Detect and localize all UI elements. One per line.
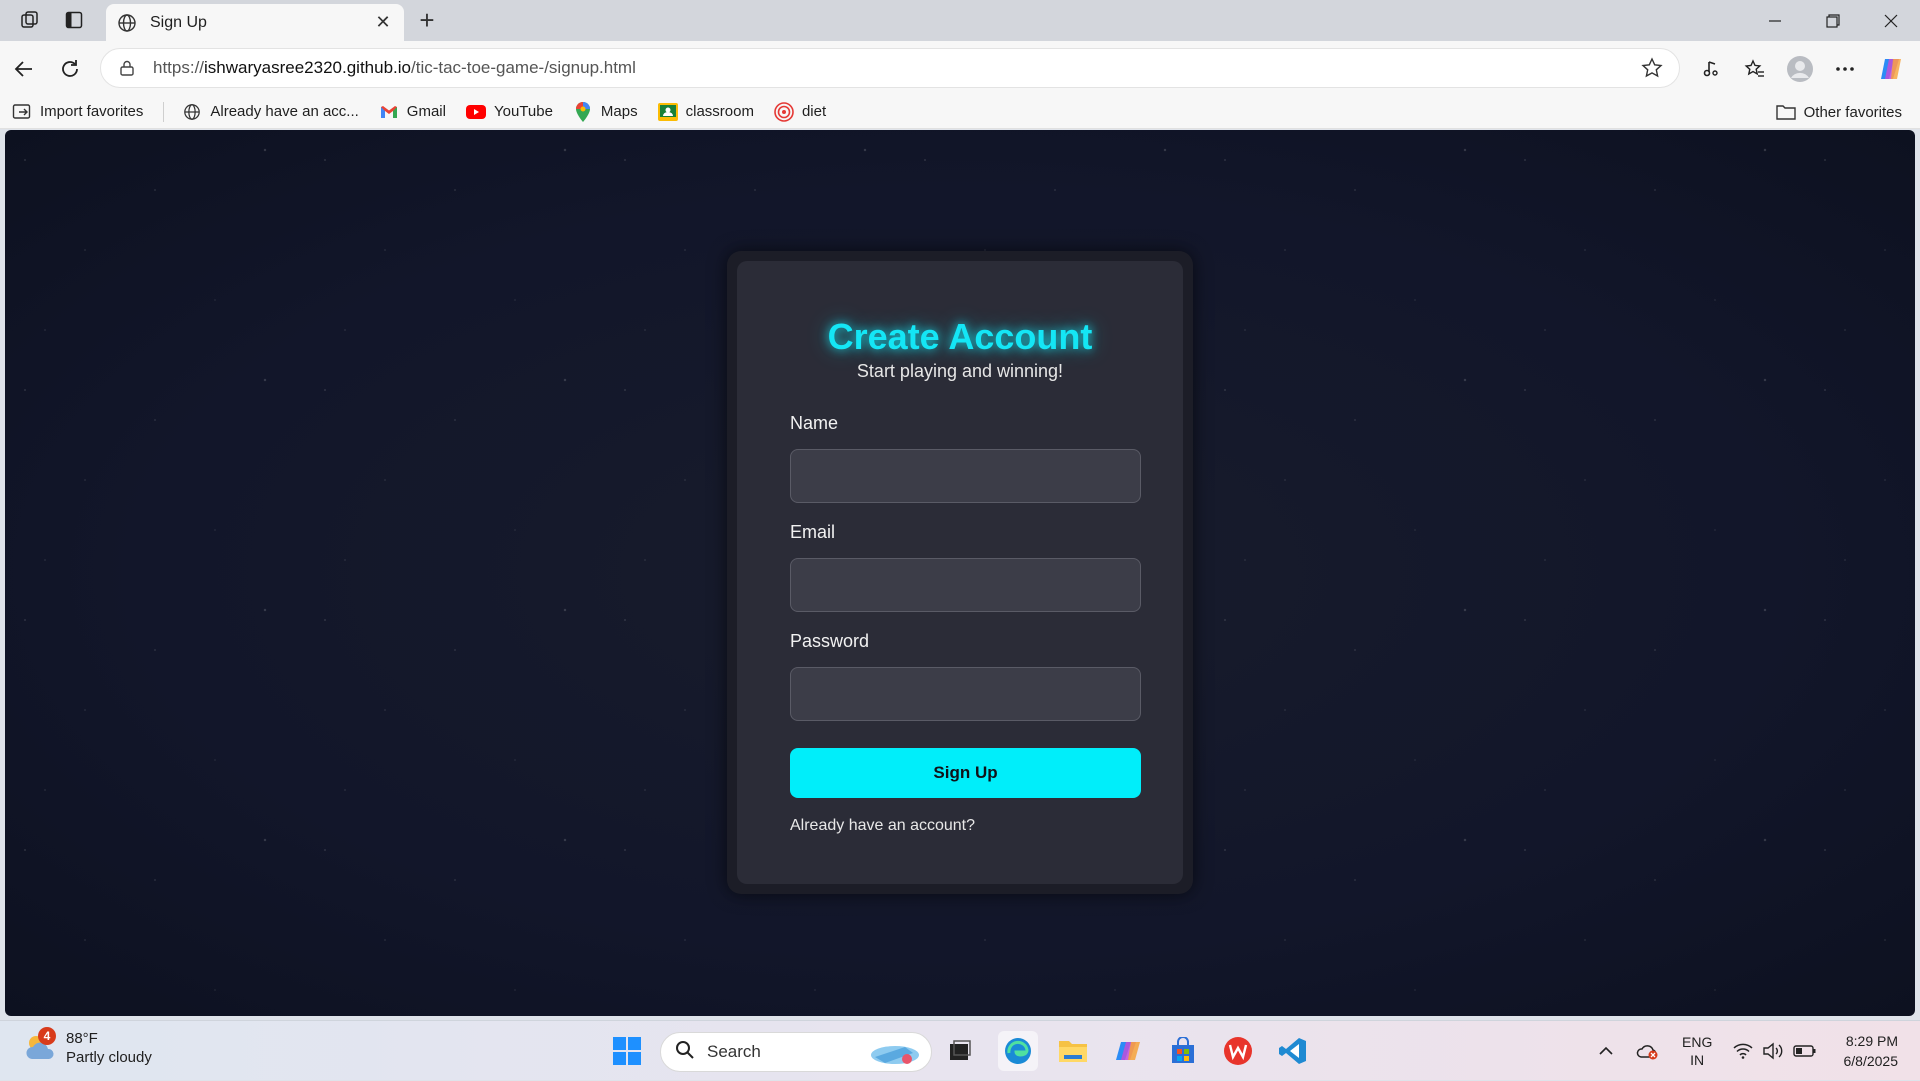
- signup-card: Create Account Start playing and winning…: [737, 261, 1183, 884]
- bookmark-already-have-account[interactable]: Already have an acc...: [182, 102, 359, 122]
- gmail-icon: [379, 102, 399, 122]
- password-input[interactable]: [790, 667, 1141, 721]
- taskbar-search[interactable]: Search: [660, 1032, 932, 1072]
- bookmark-label: classroom: [685, 103, 754, 120]
- browser-toolbar: https://ishwaryasree2320.github.io/tic-t…: [0, 41, 1920, 95]
- already-have-account-link[interactable]: Already have an account?: [790, 817, 975, 835]
- search-highlight-icon: [863, 1037, 923, 1074]
- site-info-icon[interactable]: [115, 56, 139, 80]
- url-text[interactable]: https://ishwaryasree2320.github.io/tic-t…: [153, 58, 1639, 78]
- microsoft-store-icon[interactable]: [1163, 1031, 1203, 1071]
- new-tab-icon[interactable]: +: [412, 5, 442, 35]
- weather-widget[interactable]: 4 88°F Partly cloudy: [22, 1027, 152, 1067]
- bookmark-label: Import favorites: [40, 103, 144, 120]
- folder-icon: [1775, 102, 1796, 122]
- maps-icon: [573, 101, 593, 122]
- tab-sign-up[interactable]: Sign Up ✕: [106, 4, 404, 41]
- wifi-icon[interactable]: [1733, 1021, 1753, 1081]
- edge-browser-icon[interactable]: [998, 1031, 1038, 1071]
- url-prefix: https://: [153, 58, 205, 77]
- system-clock[interactable]: 8:29 PM 6/8/2025: [1844, 1031, 1899, 1071]
- import-icon: [12, 102, 32, 122]
- wps-office-icon[interactable]: [1218, 1031, 1258, 1071]
- youtube-icon: [465, 102, 486, 122]
- bookmark-label: Other favorites: [1803, 103, 1902, 121]
- sign-up-button[interactable]: Sign Up: [790, 748, 1141, 798]
- page-subtitle: Start playing and winning!: [856, 361, 1064, 381]
- email-label: Email: [790, 522, 836, 542]
- bookmark-label: Already have an acc...: [210, 103, 359, 120]
- bookmark-import-favorites[interactable]: Import favorites: [12, 102, 143, 122]
- browser-titlebar: Sign Up ✕ +: [0, 0, 1920, 41]
- bookmark-label: Gmail: [406, 103, 446, 120]
- profile-avatar[interactable]: [1785, 54, 1815, 84]
- globe-icon: [182, 102, 202, 122]
- windows-taskbar: 4 88°F Partly cloudy Search ENG IN 8:29 …: [0, 1020, 1920, 1080]
- bookmark-other-favorites[interactable]: Other favorites: [1775, 102, 1902, 122]
- onedrive-status-icon[interactable]: [1636, 1021, 1660, 1081]
- globe-icon: [116, 12, 138, 34]
- region-code: IN: [1690, 1052, 1705, 1068]
- email-input[interactable]: [790, 558, 1141, 612]
- vscode-icon[interactable]: [1273, 1031, 1313, 1071]
- bookmark-gmail[interactable]: Gmail: [379, 102, 446, 122]
- diet-icon: [774, 101, 794, 122]
- bookmark-youtube[interactable]: YouTube: [465, 102, 553, 122]
- bookmark-diet[interactable]: diet: [774, 101, 827, 122]
- address-bar[interactable]: https://ishwaryasree2320.github.io/tic-t…: [100, 48, 1680, 88]
- favorites-icon[interactable]: [1740, 54, 1770, 84]
- start-button[interactable]: [607, 1031, 647, 1071]
- page-viewport: Create Account Start playing and winning…: [5, 130, 1915, 1016]
- back-icon[interactable]: [8, 53, 40, 85]
- copilot-app-icon[interactable]: [1108, 1031, 1148, 1071]
- show-hidden-icons[interactable]: [1598, 1021, 1614, 1081]
- bookmark-classroom[interactable]: classroom: [657, 102, 754, 122]
- name-label: Name: [790, 413, 839, 433]
- battery-icon[interactable]: [1793, 1021, 1817, 1081]
- weather-temp: 88°F: [66, 1030, 98, 1047]
- url-host: ishwaryasree2320.github.io: [204, 58, 411, 77]
- bookmark-label: diet: [801, 103, 827, 120]
- search-placeholder: Search: [707, 1042, 761, 1061]
- partly-cloudy-icon: 4: [22, 1027, 60, 1067]
- url-path: /tic-tac-toe-game-/signup.html: [411, 58, 636, 77]
- page-title: Create Account: [827, 316, 1093, 357]
- search-icon: [675, 1040, 695, 1065]
- task-view-icon[interactable]: [940, 1031, 980, 1071]
- file-explorer-icon[interactable]: [1053, 1031, 1093, 1071]
- clock-date: 6/8/2025: [1843, 1053, 1899, 1069]
- password-label: Password: [790, 631, 870, 651]
- language-indicator[interactable]: ENG IN: [1682, 1021, 1712, 1081]
- clock-time: 8:29 PM: [1845, 1033, 1898, 1049]
- vertical-tabs-icon[interactable]: [58, 6, 90, 34]
- refresh-icon[interactable]: [54, 53, 86, 85]
- classroom-icon: [657, 102, 678, 122]
- weather-desc: Partly cloudy: [66, 1049, 152, 1066]
- language-code: ENG: [1682, 1034, 1713, 1050]
- reading-audio-icon[interactable]: [1696, 54, 1726, 84]
- bookmark-divider: [163, 101, 165, 122]
- copilot-icon[interactable]: [1876, 54, 1906, 84]
- tab-title: Sign Up: [150, 13, 207, 31]
- restore-icon[interactable]: [1813, 8, 1853, 34]
- name-input[interactable]: [790, 449, 1141, 503]
- bookmark-label: YouTube: [493, 103, 553, 120]
- bookmarks-bar: Import favorites Already have an acc... …: [0, 95, 1920, 129]
- weather-badge: 4: [38, 1027, 56, 1045]
- close-window-icon[interactable]: [1871, 8, 1911, 34]
- more-menu-icon[interactable]: [1830, 54, 1860, 84]
- bookmark-maps[interactable]: Maps: [573, 101, 638, 122]
- workspaces-icon[interactable]: [14, 6, 46, 34]
- favorite-star-icon[interactable]: [1639, 55, 1665, 81]
- minimize-icon[interactable]: [1755, 8, 1795, 34]
- volume-icon[interactable]: [1762, 1021, 1784, 1081]
- bookmark-label: Maps: [600, 103, 638, 120]
- close-tab-icon[interactable]: ✕: [372, 12, 394, 33]
